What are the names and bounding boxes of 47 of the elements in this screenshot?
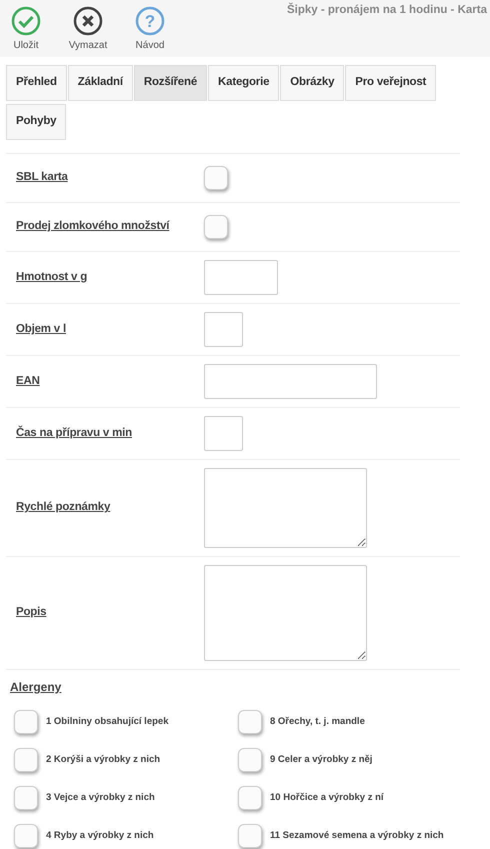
checkbox[interactable] [204,166,228,190]
field-label: EAN [16,374,41,389]
tab[interactable]: Obrázky [280,65,344,101]
checkbox-label: 4 Ryby a výrobky z nich [46,828,154,843]
save-icon [11,6,41,36]
field-label: SBL karta [16,170,69,186]
field-label: Rychlé poznámky [16,500,112,516]
field-label: Prodej zlomkového množství [16,219,171,234]
checkbox[interactable] [204,215,228,239]
checkbox[interactable] [238,824,262,848]
help-icon: ? [135,6,165,36]
input-field[interactable] [204,364,377,399]
checkbox[interactable] [238,748,262,772]
text-area[interactable] [204,565,367,661]
checkbox-label: 3 Vejce a výrobky z nich [46,790,155,805]
checkbox[interactable] [14,824,38,848]
checkbox-label: 2 Korýši a výrobky z nich [46,752,160,767]
checkbox-label: 11 Sezamové semena a výrobky z nich [270,828,444,843]
checkbox[interactable] [238,786,262,810]
delete-icon [73,6,103,36]
tab[interactable]: Pro veřejnost [345,65,436,101]
checkbox-label: 9 Celer a výrobky z něj [270,752,372,767]
tab[interactable]: Základní [68,65,133,101]
delete-button[interactable]: Vymazat [68,6,108,53]
checkbox[interactable] [14,748,38,772]
window-title: Šipky - pronájem na 1 hodinu - Karta [286,2,487,18]
text-area[interactable] [204,468,367,548]
checkbox[interactable] [14,786,38,810]
tab[interactable]: Rozšířené [134,65,208,101]
section-label: Alergeny [9,679,62,696]
tab[interactable]: Kategorie [208,65,280,101]
field-label: Popis [16,605,48,620]
help-button[interactable]: ? Návod [130,6,170,53]
field-label: Objem v l [16,322,67,337]
checkbox-label: 10 Hořčice a výrobky z ní [270,790,384,805]
checkbox-label: 8 Ořechy, t. j. mandle [270,714,365,729]
checkbox-label: 1 Obilniny obsahující lepek [46,714,168,729]
input-field[interactable] [204,416,243,451]
save-button[interactable]: Uložit [6,6,46,53]
input-field[interactable] [204,260,278,295]
checkbox[interactable] [14,710,38,734]
field-label: Hmotnost v g [16,270,88,285]
tab[interactable]: Pohyby [6,104,66,140]
field-label: Čas na přípravu v min [16,424,133,441]
tab[interactable]: Přehled [6,65,67,101]
checkbox[interactable] [238,710,262,734]
input-field[interactable] [204,312,243,347]
